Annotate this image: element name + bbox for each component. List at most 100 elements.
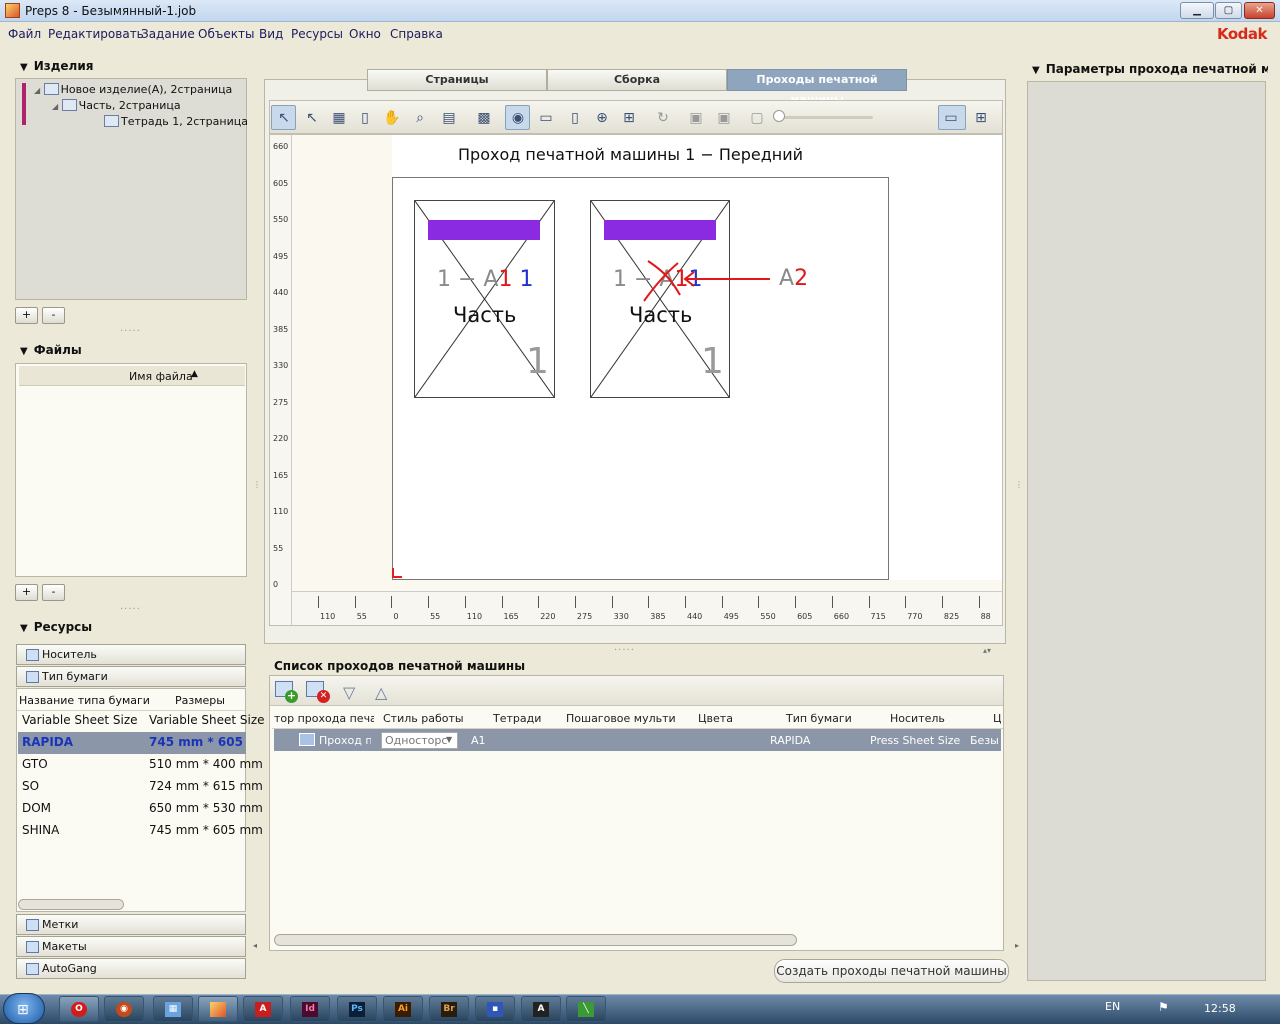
resources-header[interactable]: ▼ Ресурсы <box>20 620 92 634</box>
column-media[interactable]: Носитель <box>890 712 945 725</box>
remove-product-button[interactable]: - <box>42 307 65 324</box>
menu-objects[interactable]: Объекты <box>198 27 254 41</box>
resource-paper-type-header[interactable]: Тип бумаги <box>16 666 246 687</box>
subselect-tool-button[interactable]: ↖ <box>299 105 324 130</box>
crosshair-tool-button[interactable]: ⊕ <box>589 105 614 130</box>
align-button[interactable]: ▣ <box>683 105 708 130</box>
column-colors[interactable]: Цвета <box>698 712 733 725</box>
action-center-flag-icon[interactable]: ⚑ <box>1158 1000 1169 1014</box>
task-save-app[interactable]: ▪ <box>475 996 515 1022</box>
distribute-button[interactable]: ▣ <box>711 105 736 130</box>
menu-resources[interactable]: Ресурсы <box>291 27 343 41</box>
page-tool-button[interactable]: ▯ <box>352 105 377 130</box>
resource-media-header[interactable]: Носитель <box>16 644 246 665</box>
column-paper-type[interactable]: Тип бумаги <box>786 712 852 725</box>
splitter-grip-icon[interactable]: ····· <box>614 645 634 656</box>
menu-view[interactable]: Вид <box>259 27 283 41</box>
view-mode-button[interactable]: ◉ <box>505 105 530 130</box>
menu-edit[interactable]: Редактировать <box>48 27 144 41</box>
task-indesign[interactable]: Id <box>290 996 330 1022</box>
task-preps[interactable] <box>198 996 238 1022</box>
zoom-slider-track[interactable] <box>773 116 873 119</box>
resource-autogang-header[interactable]: AutoGang <box>16 958 246 979</box>
work-style-select[interactable]: Односторс ▼ <box>381 732 458 749</box>
move-down-button[interactable]: ▽ <box>343 683 355 702</box>
tab-pages[interactable]: Страницы <box>367 69 547 91</box>
flip-button[interactable]: ▢ <box>744 105 769 130</box>
menu-help[interactable]: Справка <box>390 27 443 41</box>
minimize-button[interactable]: ▁ <box>1180 2 1214 19</box>
paper-type-row-selected[interactable]: RAPIDA 745 mm * 605 mm <box>18 732 246 754</box>
language-indicator[interactable]: EN <box>1105 1000 1120 1013</box>
delete-press-run-button[interactable]: ✕ <box>306 681 332 703</box>
page-select-tool-button[interactable]: ▦ <box>326 105 351 130</box>
add-file-button[interactable]: + <box>15 584 38 601</box>
paper-type-row[interactable]: SO 724 mm * 615 mm <box>18 776 263 798</box>
move-up-button[interactable]: △ <box>375 683 387 702</box>
collapse-right-arrow-icon[interactable]: ▸ <box>1015 941 1019 950</box>
splitter-grip-icon[interactable]: ⋮ <box>253 480 261 489</box>
files-column-header[interactable]: Имя файла ▲ <box>19 366 245 386</box>
files-header[interactable]: ▼ Файлы <box>20 343 82 357</box>
task-photoshop[interactable]: Ps <box>337 996 377 1022</box>
add-press-run-button[interactable]: + <box>275 681 299 703</box>
gutter-tool-button[interactable]: ⊞ <box>616 105 641 130</box>
column-extra[interactable]: Ц <box>993 712 1001 725</box>
splitter-grip-icon[interactable]: ····· <box>120 604 140 615</box>
task-browser[interactable]: ◉ <box>104 996 144 1022</box>
task-windows-explorer[interactable]: ▦ <box>153 996 193 1022</box>
task-acrobat[interactable]: A <box>243 996 283 1022</box>
remove-file-button[interactable]: - <box>42 584 65 601</box>
paper-type-row[interactable]: SHINA 745 mm * 605 mm <box>18 820 263 842</box>
run-params-header[interactable]: ▼ Параметры прохода печатной маши <box>1032 62 1268 76</box>
menu-job[interactable]: Задание <box>141 27 195 41</box>
task-opera[interactable]: O <box>59 996 99 1022</box>
sheet-tool-button[interactable]: ▯ <box>562 105 587 130</box>
panel-resize-arrows-icon[interactable]: ▴▾ <box>983 646 991 655</box>
column-signatures[interactable]: Тетради <box>493 712 541 725</box>
paper-type-row[interactable]: GTO 510 mm * 400 mm <box>18 754 263 776</box>
column-press-run-name[interactable]: тор прохода печати <box>274 712 374 725</box>
paper-table-scrollbar[interactable] <box>18 899 124 910</box>
menu-window[interactable]: Окно <box>349 27 381 41</box>
task-illustrator[interactable]: Ai <box>383 996 423 1022</box>
ruler-tool-button[interactable]: ▭ <box>533 105 561 130</box>
paper-size-column[interactable]: Размеры <box>175 694 225 707</box>
create-press-runs-button[interactable]: Создать проходы печатной машины <box>774 959 1009 983</box>
products-header[interactable]: ▼ Изделия <box>20 59 93 73</box>
task-bridge[interactable]: Br <box>429 996 469 1022</box>
close-button[interactable]: ✕ <box>1244 2 1275 19</box>
tab-press-runs[interactable]: Проходы печатной машины <box>727 69 907 106</box>
splitter-grip-icon[interactable]: ⋮ <box>1015 480 1023 489</box>
add-product-button[interactable]: + <box>15 307 38 324</box>
tab-assembly[interactable]: Сборка <box>547 69 727 91</box>
splitter-grip-icon[interactable]: ····· <box>120 326 140 337</box>
paper-type-row[interactable]: DOM 650 mm * 530 mm <box>18 798 263 820</box>
select-tool-button[interactable]: ↖ <box>271 105 296 130</box>
paper-type-row[interactable]: Variable Sheet Size Variable Sheet Size <box>18 710 265 732</box>
page-cell-1[interactable]: 1 − A1 1 Часть 1 <box>414 200 555 398</box>
zoom-tool-button[interactable]: ⌕ <box>407 105 432 130</box>
hand-tool-button[interactable]: ✋ <box>379 105 404 130</box>
column-work-style[interactable]: Стиль работы <box>383 712 464 725</box>
start-button[interactable]: ⊞ <box>3 993 45 1024</box>
menu-file[interactable]: Файл <box>8 27 41 41</box>
rotate-button[interactable]: ↻ <box>650 105 675 130</box>
resource-templates-header[interactable]: Макеты <box>16 936 246 957</box>
tree-item-product[interactable]: ◢ Новое изделие(A), 2страница <box>34 83 232 96</box>
task-green-app[interactable]: ╲ <box>566 996 606 1022</box>
grid-view-button[interactable]: ⊞ <box>968 105 996 130</box>
column-step-multi[interactable]: Пошаговое мульти <box>566 712 676 725</box>
layout-dropdown-button[interactable]: ▤ <box>436 105 468 130</box>
clock[interactable]: 12:58 <box>1204 1002 1236 1015</box>
maximize-button[interactable]: ▢ <box>1215 2 1242 19</box>
resource-marks-header[interactable]: Метки <box>16 914 246 935</box>
zoom-slider-thumb[interactable] <box>773 110 785 122</box>
paper-name-column[interactable]: Название типа бумаги <box>19 694 150 707</box>
tree-item-signature[interactable]: Тетрадь 1, 2страница <box>104 115 248 128</box>
collapse-left-arrow-icon[interactable]: ◂ <box>253 941 257 950</box>
task-ai-file[interactable]: A <box>521 996 561 1022</box>
tree-item-part[interactable]: ◢ Часть, 2страница <box>52 99 181 112</box>
single-view-button[interactable]: ▭ <box>938 105 966 130</box>
press-runs-scrollbar[interactable] <box>274 934 797 946</box>
